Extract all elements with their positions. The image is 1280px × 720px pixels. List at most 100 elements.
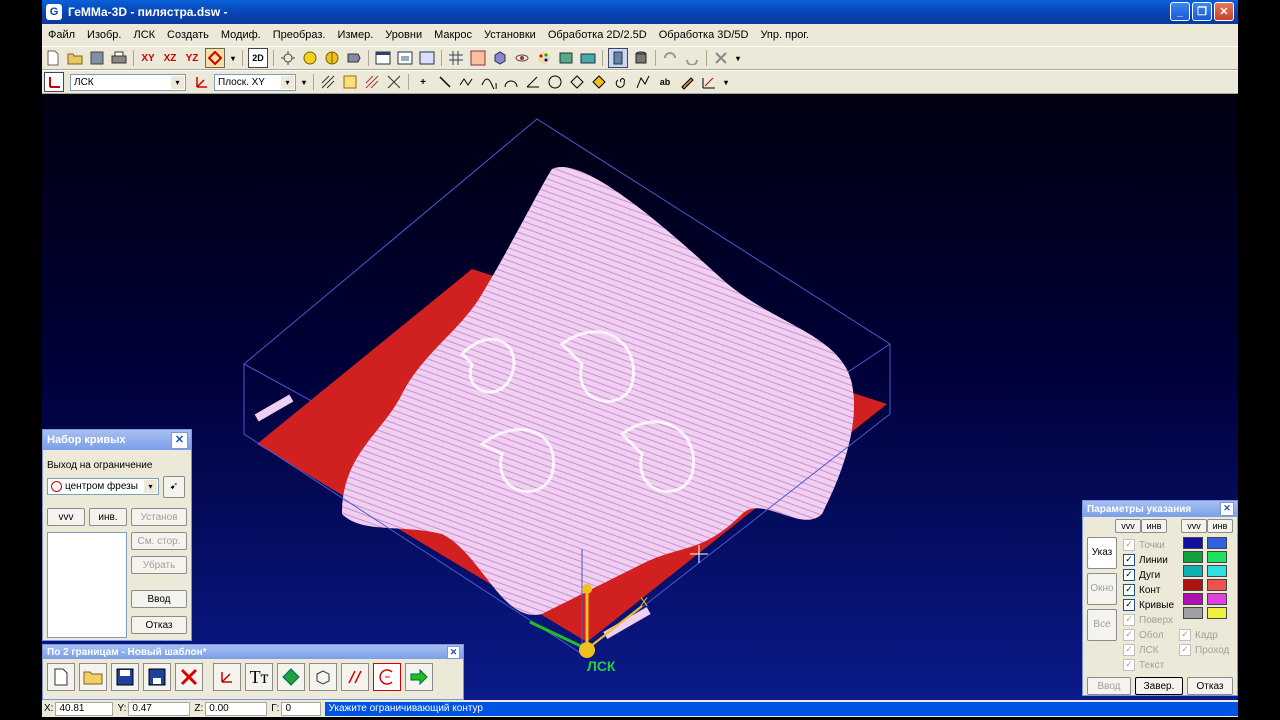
params-inv-button[interactable]: инв [1141, 519, 1167, 533]
color-swatch-9[interactable] [1183, 593, 1203, 605]
circle-icon[interactable] [546, 73, 564, 91]
open-folder-icon[interactable] [66, 49, 84, 67]
parallel-lines-icon[interactable] [341, 663, 369, 691]
chevron-down-icon[interactable]: ▾ [281, 75, 294, 89]
lsk-axis-icon[interactable] [44, 72, 64, 92]
light-icon[interactable] [345, 49, 363, 67]
shade-sphere-icon[interactable] [323, 49, 341, 67]
close-icon[interactable]: ✕ [447, 646, 460, 659]
window-view-3-icon[interactable] [418, 49, 436, 67]
enter-button[interactable]: Ввод [131, 590, 187, 608]
menu-macro[interactable]: Макрос [428, 29, 478, 41]
shape-icon[interactable] [568, 73, 586, 91]
measure-icon[interactable] [700, 73, 718, 91]
menu-levels[interactable]: Уровни [379, 29, 428, 41]
checkbox-points[interactable]: ✓ Точки [1123, 539, 1165, 551]
restore-button[interactable]: ❐ [1192, 2, 1212, 21]
colors-vvv-button[interactable]: vvv [1181, 519, 1207, 533]
origin-axes-icon[interactable] [213, 663, 241, 691]
save-as-template-icon[interactable] [143, 663, 171, 691]
point-icon[interactable]: + [414, 73, 432, 91]
menu-transform[interactable]: Преобраз. [267, 29, 332, 41]
text-tool-icon[interactable]: Tт [245, 663, 273, 691]
checkbox-arcs[interactable]: ✓ Дуги [1123, 569, 1160, 581]
sun-icon[interactable] [279, 49, 297, 67]
menu-settings[interactable]: Установки [478, 29, 542, 41]
lsk-combo[interactable]: ЛСК ▾ [70, 73, 186, 91]
checkbox-surfaces[interactable]: ✓ Поверх [1123, 614, 1173, 626]
remove-button[interactable]: Убрать [131, 556, 187, 574]
cancel-button[interactable]: Отказ [131, 616, 187, 634]
3d-viewport[interactable]: X ЛСК [42, 94, 1238, 700]
color-swatch-10[interactable] [1207, 593, 1227, 605]
tab-pick[interactable]: Указ [1087, 537, 1117, 569]
chevron-down-icon[interactable]: ▾ [144, 480, 157, 493]
menu-create[interactable]: Создать [161, 29, 215, 41]
checkbox-curves[interactable]: ✓ Кривые [1123, 599, 1174, 611]
view-yz-button[interactable]: YZ [183, 49, 201, 67]
spiral-icon[interactable] [612, 73, 630, 91]
tab-window[interactable]: Окно [1087, 573, 1117, 605]
menu-machining-3d[interactable]: Обработка 3D/5D [653, 29, 755, 41]
colors-inv-button[interactable]: инв [1207, 519, 1233, 533]
offset-contour-icon[interactable] [373, 663, 401, 691]
close-icon[interactable]: ✕ [171, 432, 188, 449]
save-template-icon[interactable] [111, 663, 139, 691]
open-template-icon[interactable] [79, 663, 107, 691]
new-file-icon[interactable] [44, 49, 62, 67]
undo-icon[interactable] [661, 49, 679, 67]
contour-icon[interactable] [634, 73, 652, 91]
grid-icon[interactable] [447, 49, 465, 67]
delete-template-icon[interactable] [175, 663, 203, 691]
menu-program-control[interactable]: Упр. прог. [754, 29, 815, 41]
color-swatch-3[interactable] [1183, 551, 1203, 563]
layers-icon[interactable] [557, 49, 575, 67]
checkbox-frame[interactable]: ✓ Кадр [1179, 629, 1218, 641]
new-template-icon[interactable] [47, 663, 75, 691]
arc-icon[interactable] [502, 73, 520, 91]
color-swatch-5[interactable] [1183, 565, 1203, 577]
change-side-button[interactable]: См. стор. [131, 532, 187, 550]
curves-list[interactable] [47, 532, 127, 638]
close-icon[interactable]: ✕ [1220, 502, 1234, 516]
shade-circle-icon[interactable] [301, 49, 319, 67]
close-button[interactable]: ✕ [1214, 2, 1234, 21]
checkbox-lines[interactable]: ✓ Линии [1123, 554, 1168, 566]
checkbox-pass[interactable]: ✓ Проход [1179, 644, 1229, 656]
view-xz-button[interactable]: XZ [161, 49, 179, 67]
view-3d-icon[interactable] [205, 48, 225, 68]
params-vvv-button[interactable]: vvv [1115, 519, 1141, 533]
angle-icon[interactable] [524, 73, 542, 91]
inv-button[interactable]: инв. [89, 508, 127, 526]
plane-combo[interactable]: Плоск. XY ▾ [214, 73, 296, 91]
cutter-mode-combo[interactable]: центром фрезы ▾ [47, 478, 159, 495]
menu-image[interactable]: Изобр. [81, 29, 127, 41]
color-swatch-4[interactable] [1207, 551, 1227, 563]
save-icon[interactable] [88, 49, 106, 67]
dropdown-arrow-icon[interactable]: ▾ [734, 49, 742, 67]
texture-icon[interactable] [469, 49, 487, 67]
menu-lsk[interactable]: ЛСК [127, 29, 161, 41]
menu-modify[interactable]: Модиф. [215, 29, 267, 41]
dropdown-arrow-icon[interactable]: ▾ [722, 73, 730, 91]
dropdown-arrow-icon[interactable]: ▾ [229, 49, 237, 67]
delete-cross-icon[interactable] [712, 49, 730, 67]
color-swatch-1[interactable] [1183, 537, 1203, 549]
color-swatch-7[interactable] [1183, 579, 1203, 591]
polyline-icon[interactable] [458, 73, 476, 91]
pick-arrow-button[interactable]: ➹ [163, 476, 185, 498]
checkbox-contours[interactable]: ✓ Конт [1123, 584, 1161, 596]
color-swatch-8[interactable] [1207, 579, 1227, 591]
color-swatch-11[interactable] [1183, 607, 1203, 619]
minimize-button[interactable]: _ [1170, 2, 1190, 21]
green-diamond-icon[interactable] [277, 663, 305, 691]
box-tool-icon[interactable] [309, 663, 337, 691]
params-cancel-button[interactable]: Отказ [1187, 677, 1233, 695]
chevron-down-icon[interactable]: ▾ [171, 75, 184, 89]
checkbox-shells[interactable]: ✓ Обол [1123, 629, 1164, 641]
run-arrow-icon[interactable] [405, 663, 433, 691]
edit-pen-icon[interactable] [678, 73, 696, 91]
vvv-button[interactable]: vvv [47, 508, 85, 526]
palette-icon[interactable] [535, 49, 553, 67]
checkbox-lsk[interactable]: ✓ ЛСК [1123, 644, 1159, 656]
